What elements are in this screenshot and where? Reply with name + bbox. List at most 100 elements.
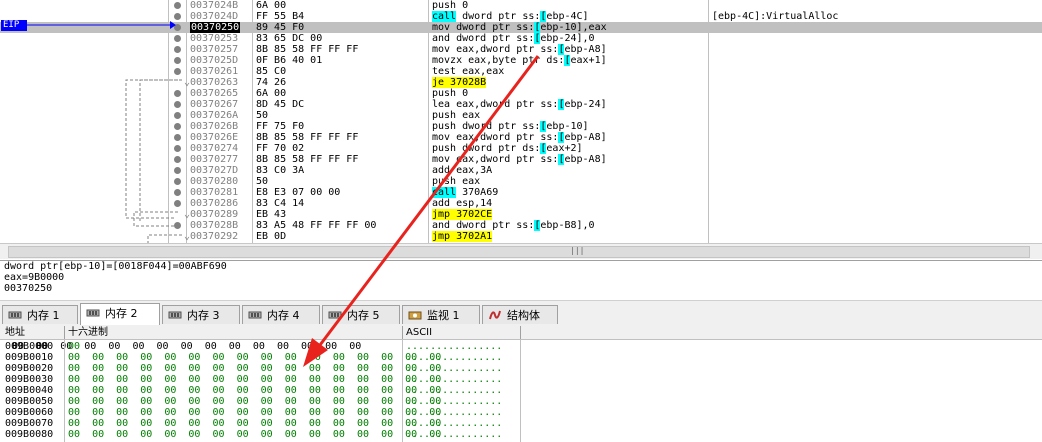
info-line: 00370250 <box>4 283 53 294</box>
instruction-text: push 0 <box>432 0 469 11</box>
instruction-text: lea eax,dword ptr ss:[ebp-24] <box>432 99 607 110</box>
memory-hex: 00 00 00 00 00 00 00 00 00 00 00 00 00 0… <box>68 418 442 429</box>
instruction-address: 00370257 <box>190 44 239 55</box>
instruction-bytes: FF 70 02 <box>256 143 305 154</box>
instruction-address: 00370265 <box>190 88 239 99</box>
memory-icon <box>168 311 182 319</box>
memory-row[interactable]: 009B0050 00 00 00 00 00 00 00 00 00 00 00… <box>0 396 1042 407</box>
memory-row[interactable]: 009B0000 00 00 00 00 00 00 00 00 00 00 00… <box>0 341 1042 352</box>
memory-ascii: ................ <box>406 341 503 352</box>
instruction-text: mov dword ptr ss:[ebp-10],eax <box>432 22 607 33</box>
tab-label: 内存 4 <box>267 309 300 322</box>
memory-row[interactable]: 009B0080 00 00 00 00 00 00 00 00 00 00 00… <box>0 429 1042 440</box>
memory-header: 地址 十六进制 ASCII <box>0 326 1042 340</box>
memory-hex: 00 00 00 00 00 00 00 00 00 00 00 00 00 0… <box>68 407 442 418</box>
tab-5[interactable]: 内存 5 <box>322 305 400 324</box>
instruction-text: call 370A69 <box>432 187 499 198</box>
instruction-address: 00370286 <box>190 198 239 209</box>
memory-hex: 00 00 00 00 00 00 00 00 00 00 00 00 00 0… <box>68 363 442 374</box>
column-divider <box>64 340 65 442</box>
memory-row[interactable]: 009B0060 00 00 00 00 00 00 00 00 00 00 00… <box>0 407 1042 418</box>
memory-row[interactable]: 009B0070 00 00 00 00 00 00 00 00 00 00 00… <box>0 418 1042 429</box>
instruction-address: 0037024B <box>190 0 239 11</box>
eip-pointer-head <box>170 21 176 29</box>
instruction-text: and dword ptr ss:[ebp-B8],0 <box>432 220 595 231</box>
instruction-bytes: 89 45 F0 <box>256 22 305 33</box>
memory-ascii: ................ <box>406 363 503 374</box>
instruction-address: 00370261 <box>190 66 239 77</box>
tab-label: 内存 2 <box>105 307 138 320</box>
instruction-bytes: EB 43 <box>256 209 287 220</box>
memory-ascii: ................ <box>406 396 503 407</box>
instruction-address: 0037025D <box>190 55 239 66</box>
memory-hex: 00 <box>68 341 81 352</box>
memory-row[interactable]: 009B0010 00 00 00 00 00 00 00 00 00 00 00… <box>0 352 1042 363</box>
scrollbar-thumb[interactable] <box>8 246 1030 258</box>
memory-address: 009B0040 <box>5 385 54 396</box>
instruction-bytes: 83 C4 14 <box>256 198 305 209</box>
memory-hex: 00 00 00 00 00 00 00 00 00 00 00 00 00 0… <box>68 429 442 440</box>
memory-ascii: ................ <box>406 407 503 418</box>
instruction-bytes: FF 75 F0 <box>256 121 305 132</box>
instruction-text: movzx eax,byte ptr ds:[eax+1] <box>432 55 607 66</box>
instruction-bytes: E8 E3 07 00 00 <box>256 187 341 198</box>
header-ascii: ASCII <box>406 327 433 338</box>
memory-dump[interactable]: 009B0000 00 00 00 00 00 00 00 00 00 00 00… <box>0 340 1042 442</box>
memory-hex: 00 00 00 00 00 00 00 00 00 00 00 00 00 0… <box>68 396 442 407</box>
memory-row[interactable]: 009B0040 00 00 00 00 00 00 00 00 00 00 00… <box>0 385 1042 396</box>
instruction-address: 00370292 <box>190 231 239 242</box>
memory-address: 009B0030 <box>5 374 54 385</box>
memory-hex: 00 00 00 00 00 00 00 00 00 00 00 00 00 0… <box>68 385 442 396</box>
instruction-address: 0037027D <box>190 165 239 176</box>
instruction-text: jmp 3702CE <box>432 209 493 220</box>
instruction-text: call dword ptr ss:[ebp-4C] <box>432 11 589 22</box>
tab-2[interactable]: 内存 2 <box>80 303 160 325</box>
instruction-text: mov eax,dword ptr ss:[ebp-A8] <box>432 44 607 55</box>
tab-7[interactable]: 结构体 <box>482 305 558 324</box>
memory-row[interactable]: 009B0030 00 00 00 00 00 00 00 00 00 00 00… <box>0 374 1042 385</box>
tab-label: 内存 3 <box>187 309 220 322</box>
info-line: eax=9B0000 <box>4 272 65 283</box>
instruction-address: 00370253 <box>190 33 239 44</box>
instruction-text: push 0 <box>432 88 469 99</box>
instruction-address: 0037026E <box>190 132 239 143</box>
instruction-bytes: FF 55 B4 <box>256 11 305 22</box>
memory-row[interactable]: 009B0020 00 00 00 00 00 00 00 00 00 00 00… <box>0 363 1042 374</box>
tab-4[interactable]: 内存 4 <box>242 305 320 324</box>
jump-line <box>147 234 182 243</box>
instruction-text: mov eax,dword ptr ss:[ebp-A8] <box>432 154 607 165</box>
jump-line <box>139 79 182 222</box>
jump-line <box>133 211 178 227</box>
info-pane: dword ptr[ebp-10]=[0018F044]=00ABF690 ea… <box>0 260 1042 297</box>
memory-address: 009B0050 <box>5 396 54 407</box>
instruction-text: add esp,14 <box>432 198 493 209</box>
memory-ascii: ................ <box>406 418 503 429</box>
tab-3[interactable]: 内存 3 <box>162 305 240 324</box>
instruction-address: 0037026A <box>190 110 239 121</box>
instruction-address: 00370277 <box>190 154 239 165</box>
memory-icon <box>328 311 342 319</box>
horizontal-scrollbar[interactable]: ||| <box>0 243 1042 259</box>
memory-hex: 00 00 00 00 00 00 00 00 00 00 00 00 00 0… <box>68 352 442 363</box>
instruction-address: 0037026B <box>190 121 239 132</box>
watch-icon <box>408 311 422 320</box>
tab-1[interactable]: 内存 1 <box>2 305 78 324</box>
instruction-text: push eax <box>432 176 481 187</box>
instruction-text: je 37028B <box>432 77 487 88</box>
jump-arrows <box>27 21 182 243</box>
tab-6[interactable]: 监视 1 <box>402 305 480 324</box>
column-divider <box>402 340 403 442</box>
tab-label: 监视 1 <box>427 309 460 322</box>
instruction-bytes: 6A 00 <box>256 0 287 11</box>
instruction-text: push dword ptr ss:[ebp-10] <box>432 121 589 132</box>
struct-icon <box>489 310 501 320</box>
memory-icon <box>248 311 262 319</box>
instruction-text: add eax,3A <box>432 165 493 176</box>
memory-address: 009B0060 <box>5 407 54 418</box>
instruction-bytes: 83 65 DC 00 <box>256 33 323 44</box>
disassembly-view[interactable]: 0037024B 6A 00 push 0 0037024D FF 55 B4 call … <box>0 0 1042 243</box>
memory-address: 009B0010 <box>5 352 54 363</box>
info-line: dword ptr[ebp-10]=[0018F044]=00ABF690 <box>4 261 227 272</box>
instruction-address: 0037024D <box>190 11 239 22</box>
instruction-text: jmp 3702A1 <box>432 231 493 242</box>
